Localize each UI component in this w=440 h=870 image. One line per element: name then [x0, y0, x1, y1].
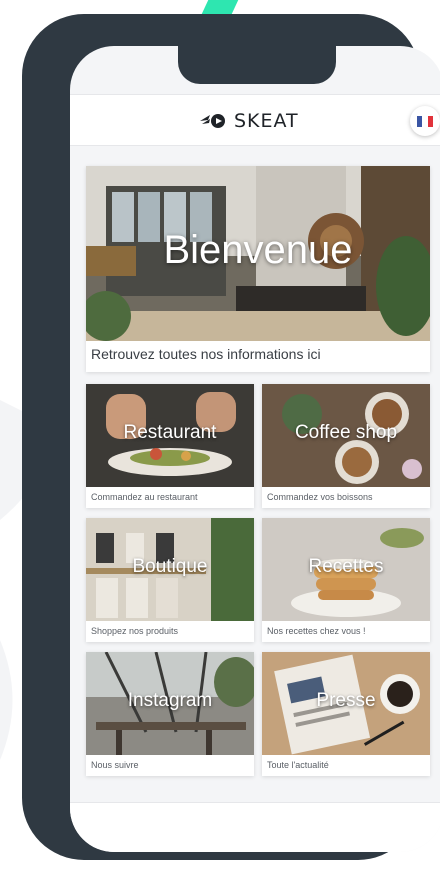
- skeat-logo-icon: [200, 114, 225, 128]
- tile-subtitle: Commandez au restaurant: [91, 492, 198, 502]
- tile-recettes[interactable]: Recettes Nos recettes chez vous !: [262, 518, 430, 642]
- tile-subtitle: Nous suivre: [91, 760, 139, 770]
- hero-subtitle: Retrouvez toutes nos informations ici: [91, 346, 321, 362]
- tile-title: Presse: [316, 690, 376, 711]
- brand-name: SKEAT: [234, 110, 299, 132]
- tile-boutique[interactable]: Boutique Shoppez nos produits: [86, 518, 254, 642]
- tile-subtitle: Toute l'actualité: [267, 760, 329, 770]
- tile-subtitle: Commandez vos boissons: [267, 492, 373, 502]
- tile-presse[interactable]: Presse Toute l'actualité: [262, 652, 430, 776]
- tile-title: Coffee shop: [294, 422, 398, 443]
- tile-instagram[interactable]: Instagram Nous suivre: [86, 652, 254, 776]
- tile-subtitle: Nos recettes chez vous !: [267, 626, 366, 636]
- phone-screen: SKEAT Bienvenue Retrouvez toutes nos inf…: [70, 46, 440, 852]
- phone-frame: SKEAT Bienvenue Retrouvez toutes nos inf…: [22, 14, 440, 860]
- bottom-bar: [70, 802, 440, 852]
- french-flag-icon: [417, 115, 433, 127]
- tile-title: Restaurant: [123, 422, 217, 443]
- app-header: SKEAT: [70, 94, 440, 146]
- welcome-card[interactable]: Bienvenue Retrouvez toutes nos informati…: [86, 166, 430, 372]
- tile-title: Instagram: [127, 690, 213, 711]
- tile-subtitle: Shoppez nos produits: [91, 626, 179, 636]
- hero-title: Bienvenue: [163, 228, 353, 272]
- phone-notch: [178, 46, 336, 84]
- tile-coffee-shop[interactable]: Coffee shop Commandez vos boissons: [262, 384, 430, 508]
- tile-restaurant[interactable]: Restaurant Commandez au restaurant: [86, 384, 254, 508]
- brand-logo[interactable]: SKEAT: [198, 109, 299, 133]
- language-selector[interactable]: [410, 106, 440, 136]
- tile-title: Recettes: [308, 556, 384, 577]
- tile-title: Boutique: [132, 556, 208, 577]
